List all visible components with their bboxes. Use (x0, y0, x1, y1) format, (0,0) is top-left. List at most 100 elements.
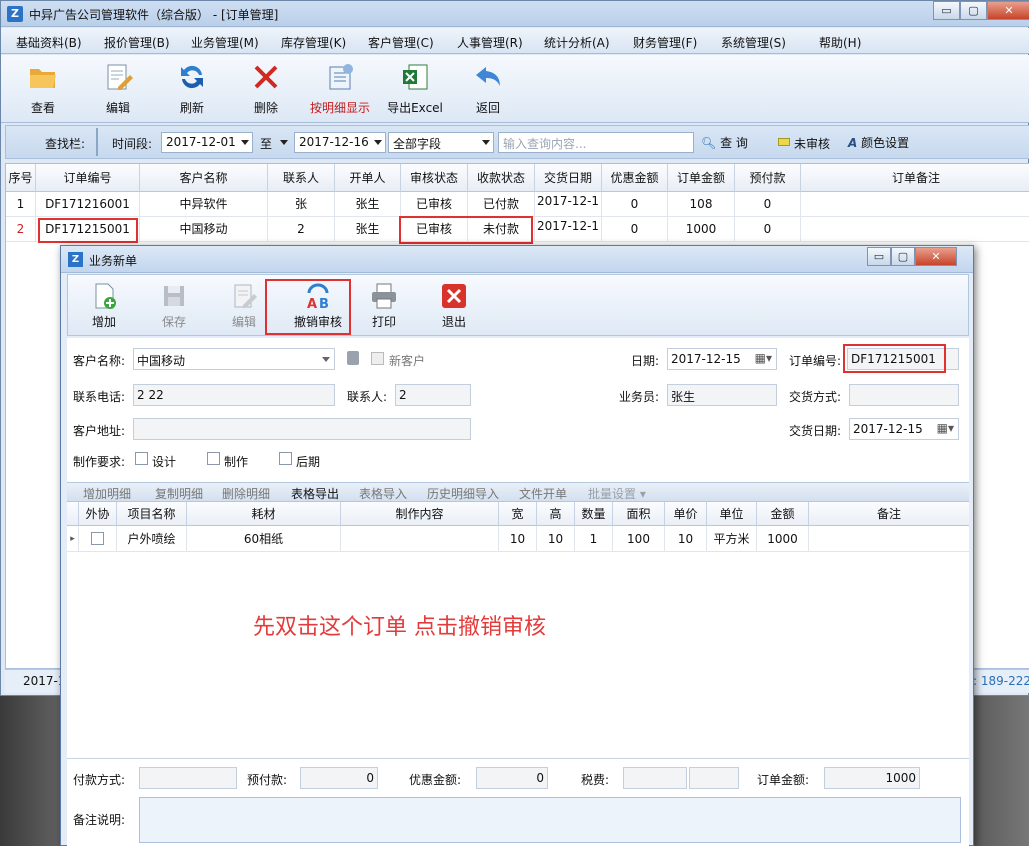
cell: DF171215001 (36, 217, 140, 242)
back-button[interactable]: 返回 (458, 61, 518, 119)
delivery-date-picker[interactable]: 2017-12-15 ▦▾ (849, 418, 959, 440)
menu-hr[interactable]: 人事管理(R) (457, 34, 523, 51)
make-checkbox[interactable] (207, 452, 220, 465)
col-header[interactable]: 开单人 (335, 164, 401, 192)
menu-stats[interactable]: 统计分析(A) (544, 34, 610, 51)
remark-field[interactable] (139, 797, 961, 843)
table-export-button[interactable]: 表格导出 (291, 485, 339, 502)
col-header[interactable]: 优惠金额 (602, 164, 668, 192)
tax-rate-field[interactable] (689, 767, 739, 789)
minimize-button[interactable]: ▭ (933, 1, 960, 20)
query-button[interactable]: 🔍︎ 查 询 (701, 134, 748, 151)
col-header[interactable]: 面积 (613, 502, 665, 526)
menu-inventory[interactable]: 库存管理(K) (281, 34, 346, 51)
design-checkbox[interactable] (135, 452, 148, 465)
delivery-method-field[interactable] (849, 384, 959, 406)
menu-basic-data[interactable]: 基础资料(B) (16, 34, 82, 51)
date-from-value: 2017-12-01 (166, 135, 236, 149)
delete-button[interactable]: 删除 (236, 61, 296, 119)
file-order-button[interactable]: 文件开单 (519, 485, 567, 502)
date-picker[interactable]: 2017-12-15 ▦▾ (667, 348, 777, 370)
order-no-field[interactable]: DF171215001 (847, 348, 959, 370)
date-to-picker[interactable]: 2017-12-16 (294, 132, 386, 153)
col-header[interactable]: 宽 (499, 502, 537, 526)
refresh-button[interactable]: 刷新 (162, 61, 222, 119)
col-header[interactable]: 订单备注 (801, 164, 1029, 192)
post-checkbox[interactable] (279, 452, 292, 465)
contact-field[interactable]: 2 (395, 384, 471, 406)
menu-quote[interactable]: 报价管理(B) (104, 34, 170, 51)
customer-card-icon[interactable] (347, 351, 359, 365)
color-pen-icon: A (848, 136, 858, 150)
salesman-value: 张生 (671, 390, 696, 404)
exit-button[interactable]: 退出 (424, 281, 484, 330)
search-input[interactable]: 输入查询内容... (498, 132, 694, 153)
col-header[interactable]: 金额 (757, 502, 809, 526)
col-header[interactable]: 审核状态 (401, 164, 468, 192)
col-header[interactable]: 高 (537, 502, 575, 526)
customer-select[interactable]: 中国移动 (133, 348, 335, 370)
col-header[interactable]: 耗材 (187, 502, 341, 526)
to-selector[interactable]: 至 (255, 132, 292, 153)
new-customer-checkbox[interactable] (371, 352, 384, 365)
restore-button[interactable]: ▢ (891, 247, 915, 266)
close-button[interactable]: ✕ (987, 1, 1029, 20)
edit-label: 编辑 (105, 101, 130, 115)
close-button[interactable]: ✕ (915, 247, 957, 266)
col-header[interactable]: 交货日期 (535, 164, 602, 192)
col-header[interactable]: 单价 (665, 502, 707, 526)
edit-button[interactable]: 编辑 (88, 61, 148, 119)
col-header[interactable]: 数量 (575, 502, 613, 526)
col-header[interactable]: 序号 (6, 164, 36, 192)
delete-label: 删除 (253, 101, 278, 115)
table-import-button[interactable]: 表格导入 (359, 485, 407, 502)
color-settings-button[interactable]: A 颜色设置 (848, 134, 909, 151)
col-header[interactable]: 订单金额 (668, 164, 735, 192)
col-header[interactable]: 联系人 (268, 164, 335, 192)
detail-toggle-button[interactable]: 按明细显示 (304, 61, 376, 119)
outsource-checkbox[interactable] (91, 532, 104, 545)
save-button[interactable]: 保存 (144, 281, 204, 330)
payment-field[interactable] (139, 767, 237, 789)
add-detail-button[interactable]: 增加明细 (83, 485, 131, 502)
field-select[interactable]: 全部字段 (388, 132, 494, 153)
col-header[interactable]: 客户名称 (140, 164, 268, 192)
col-header[interactable]: 订单编号 (36, 164, 140, 192)
menu-customer[interactable]: 客户管理(C) (368, 34, 434, 51)
history-import-button[interactable]: 历史明细导入 (427, 485, 499, 502)
col-header[interactable]: 单位 (707, 502, 757, 526)
batch-settings-button[interactable]: 批量设置 ▾ (588, 485, 646, 502)
cell (801, 192, 1029, 217)
discount-field[interactable]: 0 (476, 767, 548, 789)
cell: 0 (735, 217, 801, 242)
menu-business[interactable]: 业务管理(M) (191, 34, 259, 51)
menu-help[interactable]: 帮助(H) (819, 34, 861, 51)
delete-detail-button[interactable]: 删除明细 (222, 485, 270, 502)
export-excel-button[interactable]: 导出Excel (382, 61, 448, 119)
col-header[interactable]: 备注 (809, 502, 969, 526)
date-from-picker[interactable]: 2017-12-01 (161, 132, 253, 153)
menu-system[interactable]: 系统管理(S) (721, 34, 786, 51)
restore-button[interactable]: ▢ (960, 1, 987, 20)
tax-field[interactable] (623, 767, 687, 789)
edit-button[interactable]: 编辑 (214, 281, 274, 330)
add-button[interactable]: 增加 (74, 281, 134, 330)
col-header[interactable]: 外协 (79, 502, 117, 526)
total-field[interactable]: 1000 (824, 767, 920, 789)
col-header[interactable]: 制作内容 (341, 502, 499, 526)
phone-field[interactable]: 2 22 (133, 384, 335, 406)
copy-detail-button[interactable]: 复制明细 (155, 485, 203, 502)
prepay-field[interactable]: 0 (300, 767, 378, 789)
minimize-button[interactable]: ▭ (867, 247, 891, 266)
col-header[interactable]: 收款状态 (468, 164, 535, 192)
revoke-audit-button[interactable]: AB 撤销审核 (282, 281, 354, 330)
app-logo-icon: Z (68, 252, 83, 267)
print-button[interactable]: 打印 (354, 281, 414, 330)
menu-finance[interactable]: 财务管理(F) (633, 34, 697, 51)
view-button[interactable]: 查看 (13, 61, 73, 119)
col-header[interactable]: 项目名称 (117, 502, 187, 526)
salesman-field[interactable]: 张生 (667, 384, 777, 406)
col-header[interactable]: 预付款 (735, 164, 801, 192)
address-field[interactable] (133, 418, 471, 440)
chevron-down-icon (374, 140, 382, 145)
